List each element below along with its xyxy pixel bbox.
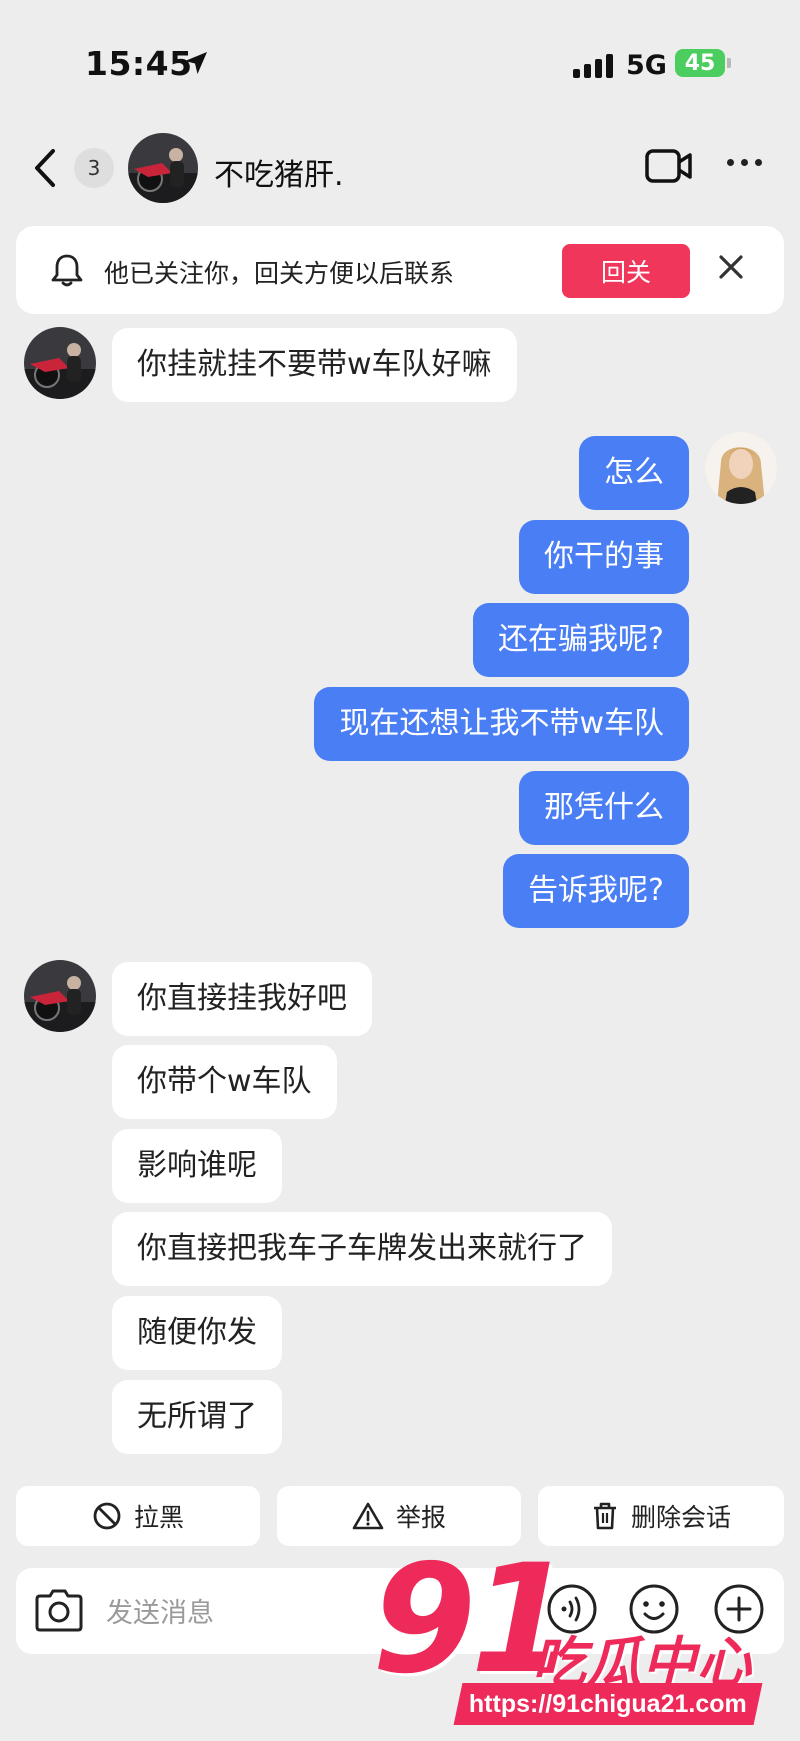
incoming-message[interactable]: 你直接挂我好吧 bbox=[112, 962, 372, 1036]
incoming-message[interactable]: 影响谁呢 bbox=[112, 1129, 282, 1203]
block-button[interactable]: 拉黑 bbox=[16, 1486, 260, 1546]
battery-icon: 45 bbox=[675, 49, 725, 77]
contact-name: 不吃猪肝. bbox=[214, 158, 344, 193]
contact-avatar[interactable] bbox=[128, 133, 198, 203]
watermark-url-banner: https://91chigua21.com bbox=[453, 1683, 763, 1725]
user-avatar[interactable] bbox=[705, 432, 777, 504]
incoming-message[interactable]: 无所谓了 bbox=[112, 1380, 282, 1454]
incoming-message[interactable]: 你直接把我车子车牌发出来就行了 bbox=[112, 1212, 612, 1286]
trash-icon bbox=[593, 1502, 616, 1530]
outgoing-message[interactable]: 告诉我呢? bbox=[503, 854, 689, 928]
contact-message-avatar[interactable] bbox=[24, 327, 96, 399]
outgoing-message[interactable]: 你干的事 bbox=[519, 520, 689, 594]
follow-back-button[interactable]: 回关 bbox=[562, 244, 690, 298]
video-call-icon[interactable] bbox=[644, 148, 694, 184]
battery-tip bbox=[727, 58, 731, 68]
back-chevron-icon[interactable] bbox=[33, 148, 57, 188]
incoming-message[interactable]: 你带个w车队 bbox=[112, 1045, 337, 1119]
delete-conversation-button[interactable]: 删除会话 bbox=[538, 1486, 784, 1546]
follow-notice-text: 他已关注你，回关方便以后联系 bbox=[104, 259, 455, 288]
delete-conversation-label: 删除会话 bbox=[630, 1503, 731, 1532]
outgoing-message[interactable]: 还在骗我呢? bbox=[473, 603, 689, 677]
network-type: 5G bbox=[626, 50, 667, 81]
status-time: 15:45 bbox=[85, 44, 193, 83]
bell-icon bbox=[51, 254, 83, 287]
block-icon bbox=[93, 1502, 121, 1530]
unread-count-badge: 3 bbox=[74, 148, 114, 188]
warning-icon bbox=[352, 1502, 384, 1530]
watermark-url: https://91chigua21.com bbox=[469, 1689, 747, 1718]
incoming-message[interactable]: 随便你发 bbox=[112, 1296, 282, 1370]
outgoing-message[interactable]: 现在还想让我不带w车队 bbox=[314, 687, 689, 761]
location-arrow-icon bbox=[185, 52, 207, 74]
incoming-message[interactable]: 你挂就挂不要带w车队好嘛 bbox=[112, 328, 517, 402]
more-options-icon[interactable] bbox=[727, 159, 762, 166]
battery-level: 45 bbox=[684, 50, 716, 76]
outgoing-message[interactable]: 怎么 bbox=[579, 436, 689, 510]
outgoing-message[interactable]: 那凭什么 bbox=[519, 771, 689, 845]
cellular-signal-icon bbox=[573, 54, 613, 78]
close-icon[interactable] bbox=[716, 252, 746, 282]
block-label: 拉黑 bbox=[133, 1503, 184, 1532]
report-label: 举报 bbox=[395, 1503, 446, 1532]
camera-icon[interactable] bbox=[34, 1587, 84, 1633]
contact-message-avatar[interactable] bbox=[24, 960, 96, 1032]
